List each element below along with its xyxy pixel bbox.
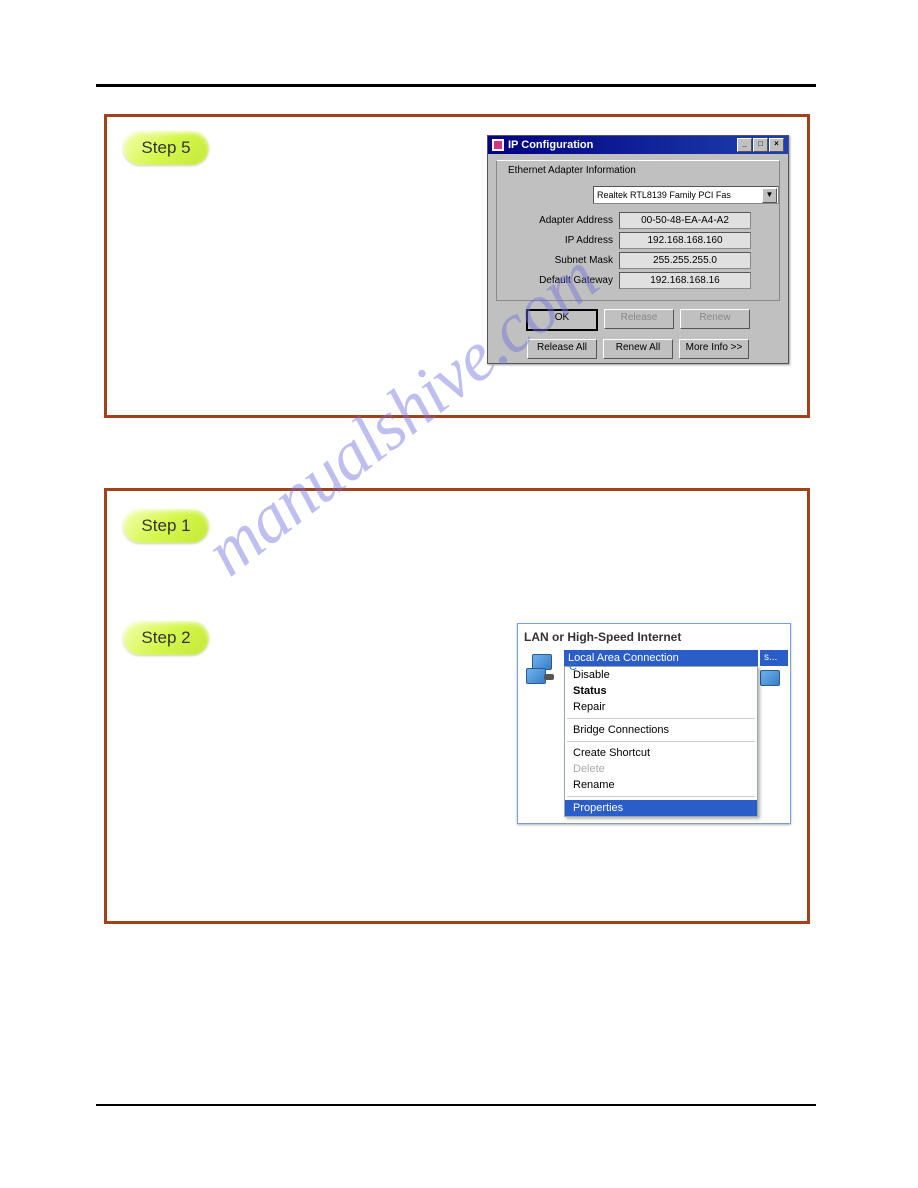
partial-network-icon: s... — [760, 650, 784, 686]
bottom-rule — [96, 1104, 816, 1106]
step1-pill: Step 1 — [123, 509, 209, 543]
selected-connection[interactable]: Local Area Connection — [564, 650, 758, 666]
menu-rename[interactable]: Rename — [565, 777, 757, 793]
step5-box: Step 5 IP Configuration _ □ × Ethernet A… — [104, 114, 810, 418]
step2-pill: Step 2 — [123, 621, 209, 655]
ip-address-value: 192.168.168.160 — [619, 232, 751, 249]
chevron-down-icon[interactable]: ▼ — [762, 188, 777, 203]
adapter-address-value: 00-50-48-EA-A4-A2 — [619, 212, 751, 229]
menu-separator-1 — [567, 718, 755, 719]
menu-bridge[interactable]: Bridge Connections — [565, 722, 757, 738]
group-title: Ethernet Adapter Information — [505, 165, 639, 176]
adapter-groupbox: Ethernet Adapter Information Realtek RTL… — [496, 160, 780, 301]
adapter-dropdown[interactable]: Realtek RTL8139 Family PCI Fas ▼ — [593, 186, 779, 204]
minimize-button[interactable]: _ — [737, 138, 752, 152]
menu-delete: Delete — [565, 761, 757, 777]
step5-pill: Step 5 — [123, 131, 209, 165]
button-row-2: Release All Renew All More Info >> — [488, 335, 788, 363]
ip-config-dialog: IP Configuration _ □ × Ethernet Adapter … — [487, 135, 789, 364]
menu-status[interactable]: Status — [565, 683, 757, 699]
adapter-address-label: Adapter Address — [503, 215, 619, 226]
close-button[interactable]: × — [769, 138, 784, 152]
context-menu: Disable Status Repair Bridge Connections… — [564, 666, 758, 817]
subnet-label: Subnet Mask — [503, 255, 619, 266]
dialog-titlebar[interactable]: IP Configuration _ □ × — [488, 136, 788, 154]
top-rule — [96, 84, 816, 87]
connection-status-icon: C — [569, 661, 577, 673]
adapter-value: Realtek RTL8139 Family PCI Fas — [597, 190, 731, 200]
lan-panel: LAN or High-Speed Internet Local Area Co… — [517, 623, 791, 824]
menu-shortcut[interactable]: Create Shortcut — [565, 745, 757, 761]
menu-separator-3 — [567, 796, 755, 797]
menu-properties[interactable]: Properties — [565, 800, 757, 816]
menu-separator-2 — [567, 741, 755, 742]
release-all-button[interactable]: Release All — [527, 339, 597, 359]
menu-repair[interactable]: Repair — [565, 699, 757, 715]
right-trunc: s... — [760, 650, 788, 666]
app-icon — [492, 139, 504, 151]
gateway-value: 192.168.168.16 — [619, 272, 751, 289]
button-row-1: OK Release Renew — [488, 305, 788, 335]
renew-button[interactable]: Renew — [680, 309, 750, 329]
network-icon[interactable] — [526, 654, 560, 688]
subnet-value: 255.255.255.0 — [619, 252, 751, 269]
dialog-title: IP Configuration — [508, 139, 593, 151]
release-button[interactable]: Release — [604, 309, 674, 329]
maximize-button[interactable]: □ — [753, 138, 768, 152]
menu-disable[interactable]: Disable — [565, 667, 757, 683]
more-info-button[interactable]: More Info >> — [679, 339, 749, 359]
gateway-label: Default Gateway — [503, 275, 619, 286]
page: Step 5 IP Configuration _ □ × Ethernet A… — [0, 0, 918, 1188]
steps-box: Step 1 Step 2 LAN or High-Speed Internet… — [104, 488, 810, 924]
lan-title: LAN or High-Speed Internet — [524, 630, 784, 644]
ip-address-label: IP Address — [503, 235, 619, 246]
renew-all-button[interactable]: Renew All — [603, 339, 673, 359]
ok-button[interactable]: OK — [526, 309, 598, 331]
